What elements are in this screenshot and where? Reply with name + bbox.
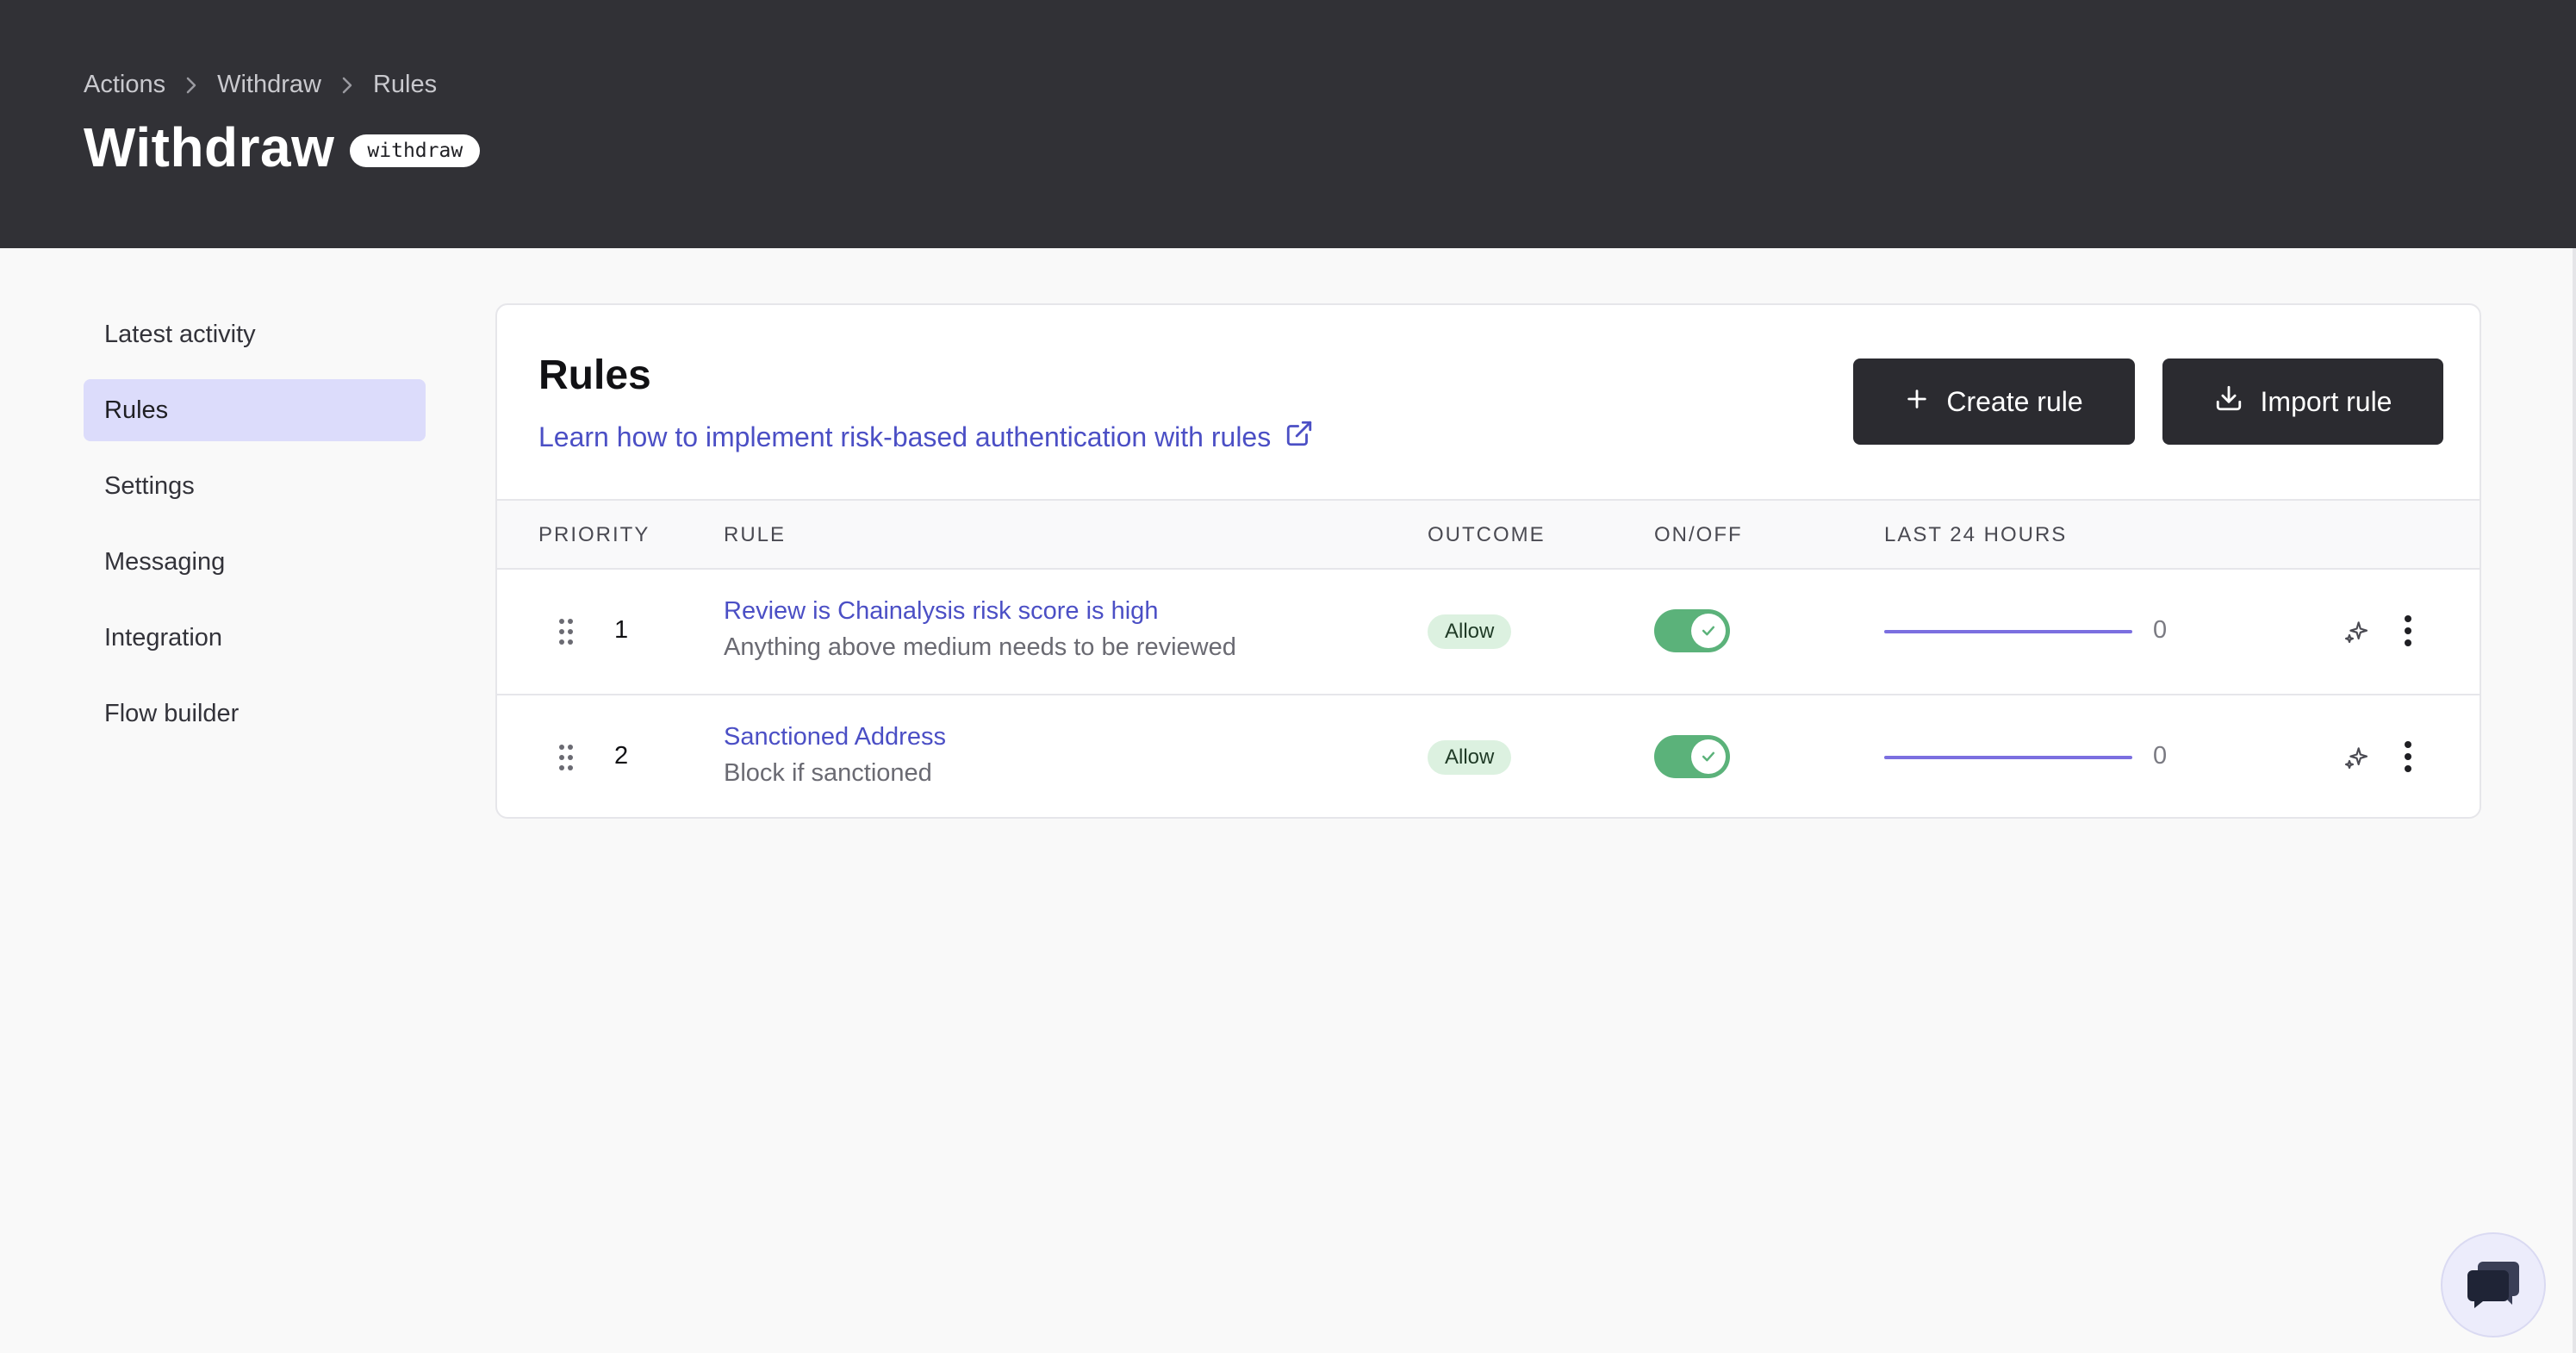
table-row[interactable]: 1 Review is Chainalysis risk score is hi… bbox=[497, 570, 2480, 695]
activity-sparkline bbox=[1884, 756, 2132, 759]
external-link-icon bbox=[1285, 419, 1314, 455]
sparkles-icon[interactable] bbox=[2343, 618, 2370, 650]
column-rule[interactable]: RULE bbox=[724, 501, 786, 570]
column-last-24-hours[interactable]: LAST 24 HOURS bbox=[1884, 501, 2067, 570]
breadcrumb-withdraw[interactable]: Withdraw bbox=[217, 71, 321, 99]
sidebar: Latest activity Rules Settings Messaging… bbox=[84, 303, 426, 758]
drag-handle-icon[interactable] bbox=[557, 617, 575, 651]
sparkles-icon[interactable] bbox=[2343, 744, 2370, 776]
activity-count: 0 bbox=[2153, 616, 2168, 644]
create-rule-label: Create rule bbox=[1946, 385, 2083, 417]
chevron-right-icon bbox=[165, 71, 217, 99]
breadcrumb: Actions Withdraw Rules bbox=[84, 71, 437, 99]
import-rule-label: Import rule bbox=[2260, 385, 2392, 417]
breadcrumb-actions[interactable]: Actions bbox=[84, 71, 165, 99]
sidebar-item-latest-activity[interactable]: Latest activity bbox=[84, 303, 426, 365]
import-rule-button[interactable]: Import rule bbox=[2162, 359, 2443, 445]
activity-count: 0 bbox=[2153, 742, 2168, 770]
sidebar-item-rules[interactable]: Rules bbox=[84, 379, 426, 441]
rule-enabled-toggle[interactable] bbox=[1654, 735, 1730, 778]
title-row: Withdraw withdraw bbox=[84, 115, 481, 179]
page-title: Withdraw bbox=[84, 116, 335, 178]
chat-icon bbox=[2466, 1256, 2521, 1314]
slug-badge: withdraw bbox=[350, 134, 481, 167]
check-icon bbox=[1691, 614, 1726, 648]
more-vertical-icon[interactable] bbox=[2403, 740, 2413, 777]
sidebar-item-messaging[interactable]: Messaging bbox=[84, 531, 426, 593]
drag-handle-icon[interactable] bbox=[557, 743, 575, 776]
chat-launcher-button[interactable] bbox=[2441, 1232, 2546, 1337]
sidebar-item-flow-builder[interactable]: Flow builder bbox=[84, 683, 426, 745]
column-priority[interactable]: PRIORITY bbox=[538, 501, 650, 570]
more-vertical-icon[interactable] bbox=[2403, 614, 2413, 652]
rule-description: Block if sanctioned bbox=[724, 759, 932, 787]
chevron-right-icon bbox=[321, 71, 373, 99]
table-header: PRIORITY RULE OUTCOME ON/OFF LAST 24 HOU… bbox=[497, 499, 2480, 570]
check-icon bbox=[1691, 739, 1726, 774]
column-outcome[interactable]: OUTCOME bbox=[1428, 501, 1546, 570]
rule-priority: 2 bbox=[614, 742, 629, 770]
page-header: Actions Withdraw Rules Withdraw withdraw bbox=[0, 0, 2576, 248]
rule-description: Anything above medium needs to be review… bbox=[724, 633, 1236, 661]
download-icon bbox=[2214, 383, 2243, 420]
sidebar-item-integration[interactable]: Integration bbox=[84, 607, 426, 669]
learn-more-label: Learn how to implement risk-based authen… bbox=[538, 421, 1272, 452]
rule-name-link[interactable]: Sanctioned Address bbox=[724, 723, 946, 751]
sidebar-item-settings[interactable]: Settings bbox=[84, 455, 426, 517]
rule-name-link[interactable]: Review is Chainalysis risk score is high bbox=[724, 597, 1158, 626]
rule-enabled-toggle[interactable] bbox=[1654, 609, 1730, 652]
plus-icon bbox=[1905, 386, 1929, 418]
scrollbar-track bbox=[2573, 248, 2576, 1353]
card-title: Rules bbox=[538, 352, 651, 398]
breadcrumb-rules[interactable]: Rules bbox=[373, 71, 437, 99]
table-row[interactable]: 2 Sanctioned Address Block if sanctioned… bbox=[497, 695, 2480, 817]
outcome-badge: Allow bbox=[1428, 614, 1512, 649]
create-rule-button[interactable]: Create rule bbox=[1853, 359, 2135, 445]
rules-card: Rules Learn how to implement risk-based … bbox=[495, 303, 2481, 819]
column-onoff[interactable]: ON/OFF bbox=[1654, 501, 1743, 570]
activity-sparkline bbox=[1884, 630, 2132, 633]
outcome-badge: Allow bbox=[1428, 740, 1512, 775]
rule-priority: 1 bbox=[614, 616, 629, 644]
learn-more-link[interactable]: Learn how to implement risk-based authen… bbox=[538, 419, 1314, 455]
